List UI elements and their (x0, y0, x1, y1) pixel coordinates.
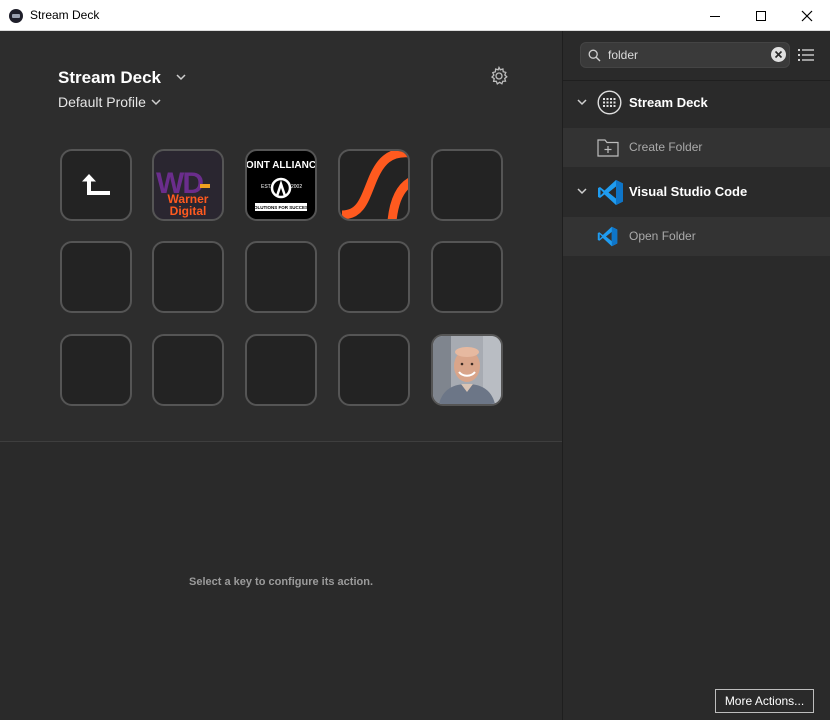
vscode-icon (598, 180, 623, 205)
key-empty[interactable] (245, 334, 317, 406)
year-text: 2002 (291, 184, 302, 190)
key-back[interactable] (60, 149, 132, 221)
stream-deck-icon (597, 90, 622, 115)
property-inspector: Select a key to configure its action. (0, 442, 562, 720)
minimize-button[interactable] (692, 0, 738, 31)
key-warner-digital[interactable]: WD Warner Digital (152, 149, 224, 221)
title-bar: Stream Deck (0, 0, 830, 31)
est-text: EST. (261, 184, 272, 190)
more-actions-button[interactable]: More Actions... (715, 689, 814, 713)
point-alliance-logo: POINT ALLIANCE EST. 2002 SOLUTIONS FOR S… (247, 160, 315, 211)
key-empty[interactable] (431, 241, 503, 313)
chevron-down-icon[interactable] (175, 72, 187, 82)
key-empty[interactable] (152, 334, 224, 406)
key-profile-photo[interactable] (431, 334, 503, 406)
search-input[interactable] (608, 47, 768, 63)
canvas-panel: Stream Deck Default Profile WD Warner Di… (0, 31, 562, 720)
clear-search-button[interactable] (771, 47, 786, 62)
gear-icon[interactable] (489, 66, 509, 86)
category-label: Stream Deck (629, 95, 708, 110)
device-area: Stream Deck Default Profile WD Warner Di… (0, 31, 562, 441)
action-open-folder[interactable]: Open Folder (563, 217, 830, 256)
search-box[interactable] (580, 42, 790, 68)
chevron-down-icon (577, 99, 587, 106)
key-empty[interactable] (431, 149, 503, 221)
category-visual-studio-code[interactable]: Visual Studio Code (563, 170, 830, 214)
action-create-folder[interactable]: Create Folder (563, 128, 830, 167)
list-view-icon[interactable] (798, 48, 814, 62)
digital-text: Digital (170, 204, 207, 218)
window-title: Stream Deck (30, 8, 100, 22)
minimize-icon (710, 15, 720, 17)
key-empty[interactable] (245, 241, 317, 313)
category-stream-deck[interactable]: Stream Deck (563, 81, 830, 125)
orange-swoosh-logo (341, 151, 408, 219)
key-empty[interactable] (338, 241, 410, 313)
close-icon (801, 10, 813, 21)
close-button[interactable] (784, 0, 830, 31)
key-empty[interactable] (60, 241, 132, 313)
stream-deck-app-icon (9, 9, 23, 23)
action-label: Open Folder (629, 229, 696, 243)
clear-icon (774, 50, 783, 59)
key-empty[interactable] (152, 241, 224, 313)
return-arrow-icon (82, 174, 110, 195)
action-label: Create Folder (629, 140, 703, 154)
chevron-down-icon (577, 188, 587, 195)
point-alliance-text: POINT ALLIANCE (247, 160, 315, 171)
key-orange-swoosh[interactable] (338, 149, 410, 221)
device-name[interactable]: Stream Deck (58, 68, 161, 88)
key-point-alliance[interactable]: POINT ALLIANCE EST. 2002 SOLUTIONS FOR S… (245, 149, 317, 221)
category-label: Visual Studio Code (629, 184, 748, 199)
config-message: Select a key to configure its action. (189, 576, 373, 588)
maximize-button[interactable] (738, 0, 784, 31)
vscode-icon (597, 226, 618, 247)
warner-digital-logo: WD Warner Digital (156, 167, 210, 218)
profile-photo (433, 336, 501, 404)
tagline-text: SOLUTIONS FOR SUCCESS (251, 205, 311, 210)
key-empty[interactable] (60, 334, 132, 406)
profile-selector[interactable]: Default Profile (58, 94, 146, 110)
actions-panel: Stream Deck Create Folder Visual Studio … (562, 31, 830, 720)
maximize-icon (756, 10, 766, 21)
search-icon (588, 49, 601, 62)
chevron-down-icon[interactable] (150, 97, 162, 107)
key-empty[interactable] (338, 334, 410, 406)
create-folder-icon (597, 139, 619, 157)
